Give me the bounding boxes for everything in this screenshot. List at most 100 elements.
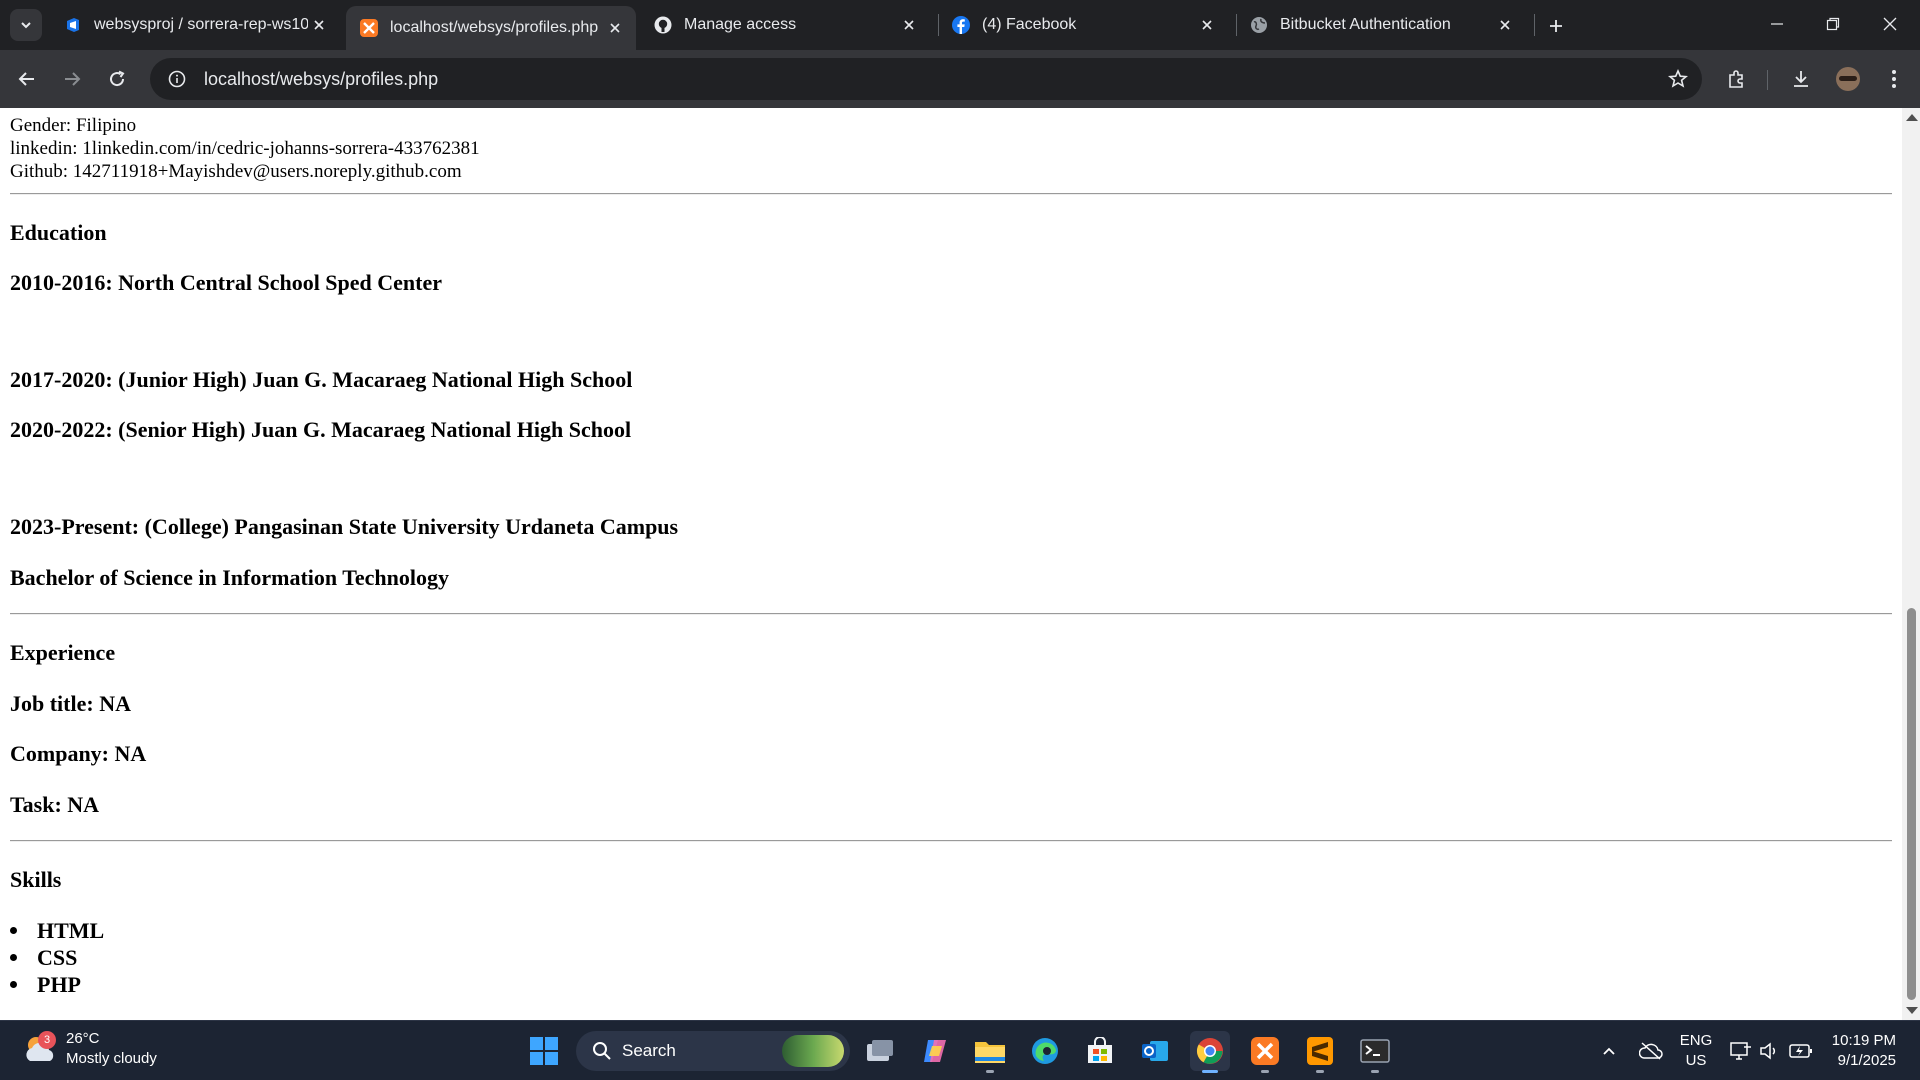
running-indicator xyxy=(1371,1070,1379,1073)
education-item: 2010-2016: North Central School Sped Cen… xyxy=(10,270,443,295)
store-button[interactable] xyxy=(1080,1031,1120,1071)
chrome-button[interactable] xyxy=(1190,1031,1230,1073)
tab-bitbucket[interactable]: Bitbucket Authentication xyxy=(1236,8,1526,42)
battery-charging-icon xyxy=(1789,1044,1812,1058)
onedrive-status[interactable] xyxy=(1636,1031,1666,1071)
site-info-icon[interactable] xyxy=(156,58,198,100)
edge-icon xyxy=(1032,1038,1058,1064)
reload-button[interactable] xyxy=(102,64,132,94)
arrow-left-icon xyxy=(18,72,34,86)
monitor-network-icon xyxy=(1730,1042,1751,1060)
download-icon xyxy=(1794,71,1808,87)
start-button[interactable] xyxy=(524,1031,564,1071)
puzzle-icon xyxy=(1729,70,1743,88)
battery-status[interactable] xyxy=(1786,1031,1816,1071)
weather-cloud-icon: 3 xyxy=(22,1031,58,1067)
speaker-icon xyxy=(1760,1042,1776,1060)
taskbar-search[interactable]: Search xyxy=(576,1031,850,1071)
browser-toolbar: localhost/websys/profiles.php xyxy=(0,50,1920,108)
scroll-up-arrow-icon[interactable] xyxy=(1906,114,1918,121)
avatar xyxy=(1836,67,1860,91)
forward-button[interactable] xyxy=(57,64,87,94)
chevron-down-icon xyxy=(21,22,31,29)
experience-heading: Experience xyxy=(10,640,116,665)
menu-button[interactable] xyxy=(1878,63,1910,95)
copilot-button[interactable] xyxy=(915,1031,955,1071)
task-view-button[interactable] xyxy=(860,1031,900,1071)
cloud-offline-icon xyxy=(1639,1042,1663,1060)
back-button[interactable] xyxy=(12,64,42,94)
windows-taskbar: 3 26°C Mostly cloudy Search ENG US 10:19… xyxy=(0,1020,1920,1080)
extensions-button[interactable] xyxy=(1720,63,1752,95)
running-indicator xyxy=(1261,1070,1269,1073)
weather-badge: 3 xyxy=(38,1031,56,1049)
profile-button[interactable] xyxy=(1832,63,1864,95)
tab-search-button[interactable] xyxy=(10,9,42,41)
gender-text: Gender: Filipino xyxy=(10,115,137,136)
bullet-icon xyxy=(10,954,17,962)
education-item: 2017-2020: (Junior High) Juan G. Macarae… xyxy=(10,367,633,392)
toolbar-divider xyxy=(1767,70,1768,90)
xampp-icon xyxy=(1251,1037,1279,1065)
scroll-down-arrow-icon[interactable] xyxy=(1906,1007,1918,1014)
education-heading: Education xyxy=(10,220,107,245)
show-hidden-icons-button[interactable] xyxy=(1596,1031,1622,1071)
task-view-icon xyxy=(867,1040,893,1061)
weather-widget[interactable]: 3 26°C Mostly cloudy xyxy=(22,1029,157,1069)
file-explorer-button[interactable] xyxy=(970,1031,1010,1073)
language-indicator[interactable]: ENG US xyxy=(1676,1031,1716,1071)
close-icon xyxy=(1883,17,1897,31)
url-text[interactable]: localhost/websys/profiles.php xyxy=(204,69,1658,90)
close-icon[interactable] xyxy=(898,14,920,36)
close-icon[interactable] xyxy=(604,17,626,39)
close-icon[interactable] xyxy=(1196,14,1218,36)
volume-status[interactable] xyxy=(1756,1031,1782,1071)
restore-icon xyxy=(1826,17,1840,31)
bullet-icon xyxy=(10,981,17,989)
tab-title: localhost/websys/profiles.php xyxy=(390,19,599,36)
tab-profiles[interactable]: localhost/websys/profiles.php xyxy=(346,6,636,50)
list-item: CSS xyxy=(10,945,77,971)
chevron-up-icon xyxy=(1603,1047,1615,1055)
edge-button[interactable] xyxy=(1025,1031,1065,1071)
company-text: Company: NA xyxy=(10,741,147,766)
sublime-text-button[interactable] xyxy=(1300,1031,1340,1073)
skills-heading: Skills xyxy=(10,867,62,892)
clock-date: 9/1/2025 xyxy=(1837,1052,1896,1069)
tab-title: (4) Facebook xyxy=(982,16,1077,33)
github-icon xyxy=(654,16,672,34)
skill-label: PHP xyxy=(37,972,81,997)
system-clock[interactable]: 10:19 PM 9/1/2025 xyxy=(1820,1031,1896,1071)
xampp-button[interactable] xyxy=(1245,1031,1285,1073)
running-indicator xyxy=(1316,1070,1324,1073)
terminal-button[interactable] xyxy=(1355,1031,1395,1073)
vertical-scrollbar[interactable] xyxy=(1902,108,1920,1020)
close-window-button[interactable] xyxy=(1870,8,1910,40)
section-divider xyxy=(10,193,1892,195)
close-icon[interactable] xyxy=(308,14,330,36)
tab-azure-devops[interactable]: websysproj / sorrera-rep-ws101 xyxy=(50,8,340,42)
minimize-button[interactable] xyxy=(1757,8,1797,40)
tab-manage-access[interactable]: Manage access xyxy=(640,8,930,42)
tab-title: Manage access xyxy=(684,16,797,33)
restore-button[interactable] xyxy=(1813,8,1853,40)
close-icon[interactable] xyxy=(1494,14,1516,36)
tab-title: websysproj / sorrera-rep-ws101 xyxy=(94,16,308,33)
folder-icon xyxy=(975,1042,1005,1063)
search-icon xyxy=(593,1042,611,1060)
outlook-button[interactable] xyxy=(1135,1031,1175,1071)
network-status[interactable] xyxy=(1728,1031,1754,1071)
page-viewport: Gender: Filipino linkedin: 1linkedin.com… xyxy=(0,108,1902,1020)
degree-text: Bachelor of Science in Information Techn… xyxy=(10,565,449,590)
list-item: HTML xyxy=(10,918,104,944)
new-tab-button[interactable] xyxy=(1542,12,1570,40)
scrollbar-thumb[interactable] xyxy=(1907,608,1916,1000)
downloads-button[interactable] xyxy=(1785,63,1817,95)
clock-time: 10:19 PM xyxy=(1831,1032,1896,1049)
tab-separator xyxy=(1534,14,1535,36)
tab-facebook[interactable]: (4) Facebook xyxy=(938,8,1228,42)
address-bar[interactable]: localhost/websys/profiles.php xyxy=(150,58,1702,100)
bookmark-star-icon[interactable] xyxy=(1658,59,1698,99)
minimize-icon xyxy=(1771,23,1783,25)
github-text: Github: 142711918+Mayishdev@users.norepl… xyxy=(10,161,462,182)
